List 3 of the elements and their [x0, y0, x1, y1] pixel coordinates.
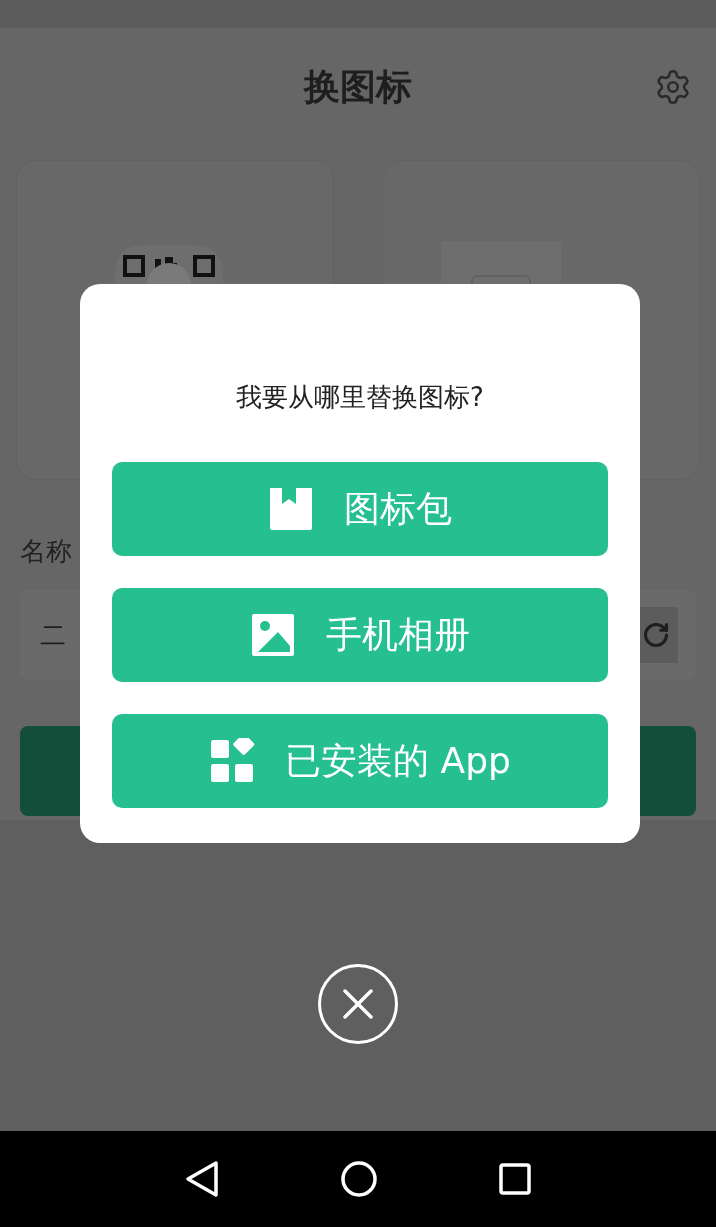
name-label: 名称	[20, 538, 73, 564]
dialog-question: 我要从哪里替换图标?	[236, 384, 484, 410]
page-title: 换图标	[304, 65, 412, 109]
